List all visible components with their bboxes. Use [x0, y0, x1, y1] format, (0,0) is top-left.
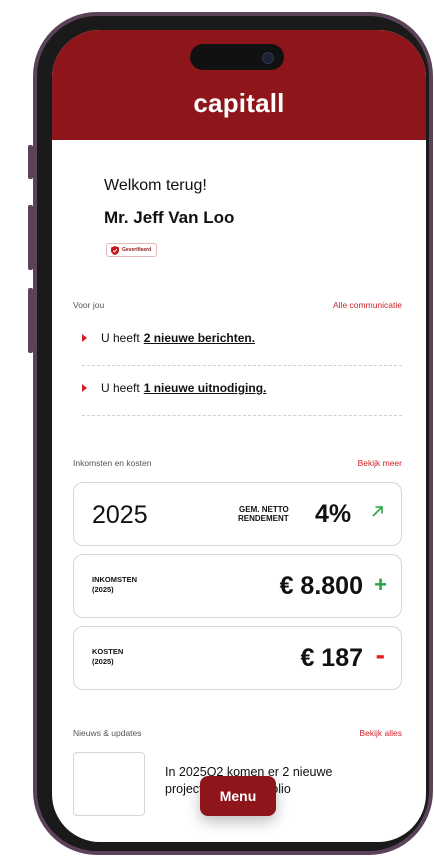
new-invitations-link[interactable]: 1 nieuwe uitnodiging.: [144, 381, 267, 395]
bullet-arrow-icon: [82, 334, 87, 342]
costs-card[interactable]: KOSTEN (2025) € 187 -: [73, 626, 402, 690]
volume-down-button: [28, 288, 33, 353]
menu-button[interactable]: Menu: [200, 776, 276, 816]
plus-icon: +: [374, 572, 387, 597]
action-button: [28, 145, 33, 179]
message-item-invitations[interactable]: U heeft 1 nieuwe uitnodiging.: [82, 381, 266, 395]
verified-badge: Geverifieerd: [106, 243, 158, 257]
volume-up-button: [28, 205, 33, 270]
message-prefix: U heeft: [101, 381, 140, 395]
bullet-arrow-icon: [82, 384, 87, 392]
income-card[interactable]: INKOMSTEN (2025) € 8.800 +: [73, 554, 402, 618]
income-label: INKOMSTEN (2025): [92, 575, 137, 595]
view-all-link[interactable]: Bekijk alles: [359, 728, 402, 738]
costs-label: KOSTEN (2025): [92, 647, 123, 667]
message-prefix: U heeft: [101, 331, 140, 345]
app-header: capitall: [52, 30, 426, 140]
income-label-line1: INKOMSTEN: [92, 575, 137, 584]
minus-icon: -: [375, 639, 385, 670]
income-label-line2: (2025): [92, 585, 114, 594]
message-item-messages[interactable]: U heeft 2 nieuwe berichten.: [82, 331, 255, 345]
view-more-link[interactable]: Bekijk meer: [358, 458, 402, 468]
year-value: 2025: [92, 501, 148, 529]
return-label: GEM. NETTO RENDEMENT: [238, 505, 289, 523]
divider: [82, 415, 402, 416]
news-label: Nieuws & updates: [73, 728, 142, 738]
new-messages-link[interactable]: 2 nieuwe berichten.: [144, 331, 255, 345]
dynamic-island: [190, 44, 284, 70]
return-label-line2: RENDEMENT: [238, 514, 289, 523]
return-card[interactable]: 2025 GEM. NETTO RENDEMENT 4%: [73, 482, 402, 546]
all-communication-link[interactable]: Alle communicatie: [333, 300, 402, 310]
welcome-text: Welkom terug!: [104, 177, 207, 194]
verified-label: Geverifieerd: [122, 247, 152, 253]
return-value: 4%: [315, 500, 352, 528]
for-you-label: Voor jou: [73, 300, 105, 310]
brand-logo: capitall: [193, 88, 285, 118]
shield-check-icon: [111, 245, 119, 255]
app-screen: capitall Welkom terug! Mr. Jeff Van Loo …: [52, 30, 426, 842]
costs-label-line2: (2025): [92, 657, 114, 666]
user-name: Mr. Jeff Van Loo: [104, 208, 235, 227]
costs-value: € 187: [300, 644, 363, 672]
income-costs-label: Inkomsten en kosten: [73, 458, 152, 468]
camera-icon: [262, 52, 274, 64]
return-label-line1: GEM. NETTO: [239, 505, 289, 514]
income-value: € 8.800: [279, 572, 363, 600]
divider: [82, 365, 402, 366]
costs-label-line1: KOSTEN: [92, 647, 124, 656]
trend-up-arrow-icon: [372, 506, 383, 517]
news-thumbnail[interactable]: [73, 752, 145, 816]
